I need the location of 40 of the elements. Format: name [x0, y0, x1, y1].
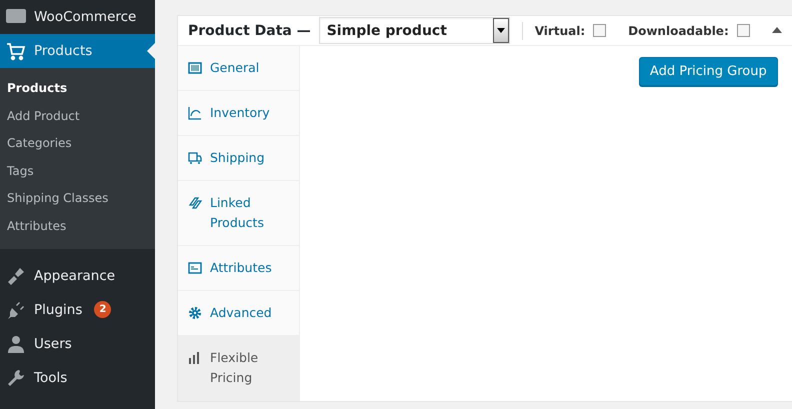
downloadable-checkbox[interactable] — [736, 24, 750, 37]
menu-item[interactable]: WooCommerce — [0, 0, 155, 34]
count-badge: 2 — [94, 301, 112, 318]
panel-tab[interactable]: Shipping — [178, 136, 299, 181]
cart-icon — [6, 41, 26, 61]
link-icon — [188, 196, 202, 210]
submenu-item[interactable]: Shipping Classes — [0, 185, 155, 213]
dropdown-caret-icon — [496, 28, 505, 33]
submenu-item[interactable]: Products — [0, 75, 155, 103]
menu-item[interactable]: Users — [0, 326, 155, 361]
user-icon — [6, 334, 26, 354]
truck-icon — [188, 151, 202, 165]
virtual-checkbox[interactable] — [593, 24, 606, 37]
virtual-label: Virtual: — [534, 24, 586, 38]
list-icon — [188, 261, 202, 275]
wrench-icon — [6, 368, 26, 388]
panel-tab[interactable]: Flexible Pricing — [178, 336, 299, 401]
panel-tab[interactable]: Inventory — [178, 91, 299, 136]
plug-icon — [6, 300, 26, 320]
downloadable-label: Downloadable: — [628, 24, 729, 38]
menu-item[interactable]: Plugins 2 — [0, 292, 155, 327]
submenu-item[interactable]: Categories — [0, 130, 155, 158]
submenu-item[interactable]: Tags — [0, 158, 155, 186]
bar-chart-icon — [188, 351, 202, 365]
submenu-item[interactable]: Add Product — [0, 102, 155, 130]
panel-tab[interactable]: Attributes — [178, 246, 299, 291]
panel-tab[interactable]: Linked Products — [178, 181, 299, 246]
paintbrush-icon — [6, 266, 26, 286]
barcode-icon — [188, 61, 202, 75]
gear-icon — [188, 306, 202, 320]
product-type-select[interactable]: Simple product — [318, 17, 510, 44]
store-logo-icon — [6, 9, 26, 25]
submenu-item[interactable]: Attributes — [0, 212, 155, 241]
add-pricing-group-button[interactable]: Add Pricing Group — [638, 57, 778, 86]
menu-item[interactable]: Appearance — [0, 258, 155, 293]
menu-item[interactable]: Tools — [0, 360, 155, 395]
menu-item[interactable]: Products — [0, 34, 155, 68]
chart-icon — [188, 106, 202, 120]
panel-tab[interactable]: General — [178, 46, 299, 91]
panel-title: Product Data — — [188, 22, 311, 38]
